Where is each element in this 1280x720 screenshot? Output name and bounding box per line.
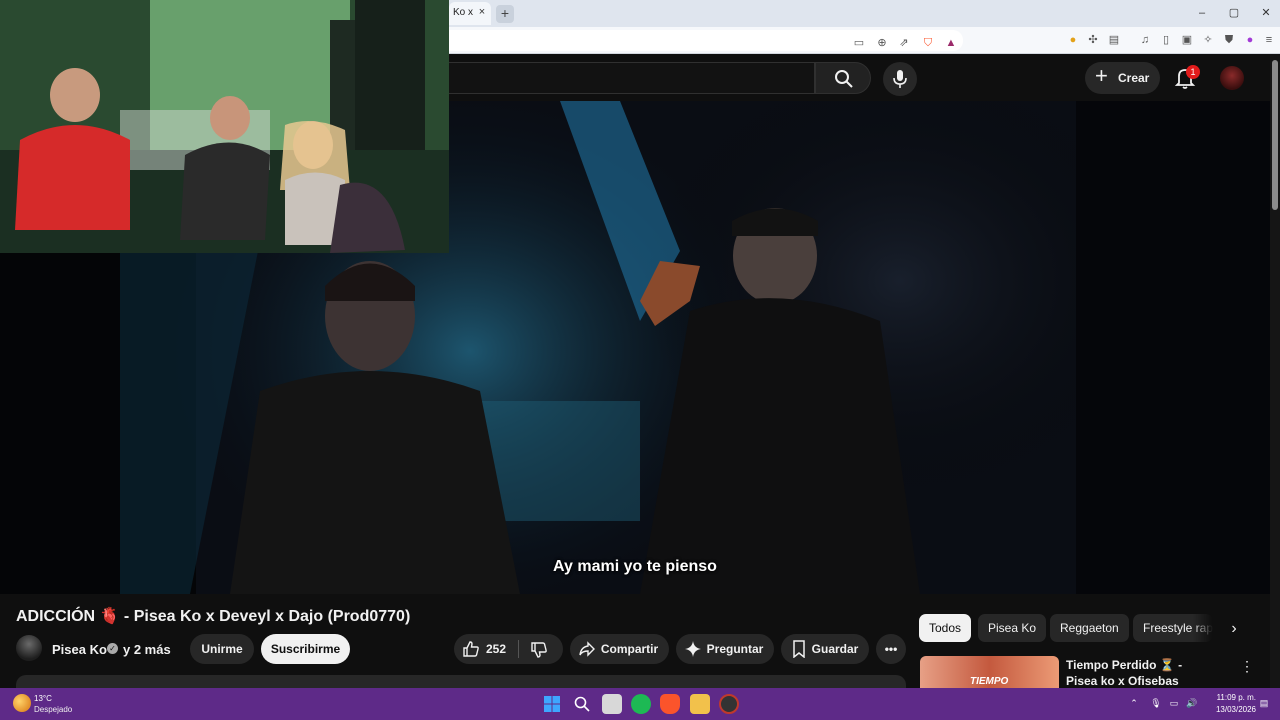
tab-title: Ko x	[453, 7, 474, 18]
webcam-overlay	[0, 0, 449, 253]
chevron-right-icon[interactable]: ›	[1222, 617, 1246, 641]
clock-time[interactable]: 11:09 p. m.	[1200, 693, 1256, 702]
zoom-icon[interactable]: ⊕	[874, 35, 890, 51]
network-icon[interactable]: ▭	[1168, 697, 1180, 709]
cast-icon[interactable]: ▭	[851, 35, 867, 51]
windows-start-icon[interactable]	[544, 696, 560, 712]
brave-browser-icon[interactable]	[660, 694, 680, 714]
thumbnail-text: TIEMPO	[970, 676, 1009, 687]
windows-taskbar: 13°C Despejado ⌃ 🎙 ▭ 🔊 11:09 p. m. 13/03…	[0, 688, 1280, 720]
search-icon	[835, 70, 853, 88]
microphone-icon	[893, 70, 907, 88]
video-title: ADICCIÓN 🫀 - Pisea Ko x Deveyl x Dajo (P…	[16, 608, 411, 625]
like-dislike-group: 252	[454, 634, 563, 664]
like-icon[interactable]	[462, 640, 480, 658]
minimize-button[interactable]: ‒	[1193, 5, 1211, 21]
extension-icon[interactable]: ●	[1065, 32, 1081, 48]
chip-pisea-ko[interactable]: Pisea Ko	[978, 614, 1047, 642]
chip-todos[interactable]: Todos	[919, 614, 972, 642]
browser-toolbar: ▭ ⊕ ⇗ ⛉ ▲ ● ✣ ▤ ♫ ▯ ▣ ✧ ⛊ ● ≡	[449, 27, 1280, 54]
brave-rewards-icon[interactable]: ▲	[943, 35, 959, 51]
share-page-icon[interactable]: ⇗	[896, 35, 912, 51]
notification-center-icon[interactable]: ▤	[1258, 697, 1270, 709]
tab-close-icon[interactable]: ×	[475, 5, 489, 19]
media-icon[interactable]: ♫	[1137, 32, 1153, 48]
search-button[interactable]	[815, 62, 871, 94]
weather-description: Despejado	[34, 705, 73, 714]
brave-shield-icon[interactable]: ⛉	[920, 35, 936, 51]
clock-date[interactable]: 13/03/2026	[1200, 705, 1256, 714]
address-bar[interactable]: ▭ ⊕ ⇗ ⛉ ▲	[449, 30, 963, 51]
video-caption: Ay mami yo te pienso	[553, 558, 717, 575]
menu-icon[interactable]: ≡	[1261, 32, 1277, 48]
channel-avatar[interactable]	[16, 635, 42, 661]
save-button[interactable]: Guardar	[781, 634, 869, 664]
verified-badge-icon: ✓	[107, 643, 118, 654]
notification-badge: 1	[1186, 65, 1200, 79]
microphone-tray-icon[interactable]: 🎙	[1150, 697, 1162, 709]
create-label: Crear	[1118, 71, 1150, 85]
weather-temperature: 13°C	[34, 694, 52, 703]
join-button[interactable]: Unirme	[190, 634, 254, 664]
more-actions-button[interactable]: •••	[876, 634, 906, 664]
user-avatar[interactable]	[1220, 66, 1244, 90]
extensions-puzzle-icon[interactable]: ✣	[1085, 32, 1101, 48]
plus-icon: +	[1095, 63, 1108, 88]
tab-search-icon[interactable]: ▤	[1106, 32, 1122, 48]
chip-freestyle-rap[interactable]: Freestyle rap	[1133, 614, 1213, 642]
description-box[interactable]	[16, 675, 906, 688]
channel-name[interactable]: Pisea Ko	[52, 642, 107, 657]
volume-icon[interactable]: 🔊	[1186, 697, 1198, 709]
kebab-menu-icon[interactable]: ⋮	[1240, 657, 1254, 675]
dislike-icon[interactable]	[530, 641, 548, 659]
browser-tabstrip: Ko x × + ‒ ▢ ✕	[449, 0, 1280, 27]
voice-search-button[interactable]	[883, 62, 917, 96]
taskbar-search-icon[interactable]	[574, 696, 590, 712]
scrollbar-thumb[interactable]	[1272, 60, 1278, 210]
sparkle-icon	[685, 641, 701, 657]
weather-moon-icon[interactable]	[13, 694, 31, 712]
profile-icon[interactable]: ●	[1242, 32, 1258, 48]
spotify-icon[interactable]	[631, 694, 651, 714]
channel-collaborators-link[interactable]: y 2 más	[123, 642, 171, 657]
chip-reggaeton[interactable]: Reggaeton	[1050, 614, 1129, 642]
share-button[interactable]: Compartir	[570, 634, 669, 664]
recommendation-title[interactable]: Tiempo Perdido ⏳ - Pisea ko x Ofisebas	[1066, 657, 1206, 689]
task-view-icon[interactable]	[602, 694, 622, 714]
file-explorer-icon[interactable]	[690, 694, 710, 714]
like-count: 252	[486, 642, 507, 656]
subscribe-button[interactable]: Suscribirme	[261, 634, 350, 664]
vpn-icon[interactable]: ⛊	[1221, 32, 1237, 48]
wallet-icon[interactable]: ▣	[1179, 32, 1195, 48]
tray-overflow-icon[interactable]: ⌃	[1128, 697, 1140, 709]
youtube-masthead: + Crear 1	[449, 54, 1280, 101]
new-tab-button[interactable]: +	[496, 5, 514, 23]
app-icon[interactable]	[719, 694, 739, 714]
ask-button[interactable]: Preguntar	[676, 634, 774, 664]
page-scrollbar[interactable]	[1270, 54, 1280, 688]
search-input[interactable]	[449, 62, 815, 94]
like-divider	[518, 640, 519, 658]
leo-ai-icon[interactable]: ✧	[1200, 32, 1216, 48]
close-window-button[interactable]: ✕	[1257, 5, 1275, 21]
recommendation-thumbnail[interactable]: TIEMPO	[920, 656, 1059, 688]
webcam-frame	[0, 0, 449, 253]
bookmark-icon	[793, 640, 805, 658]
sidebar-icon[interactable]: ▯	[1158, 32, 1174, 48]
share-icon	[579, 641, 595, 657]
create-button[interactable]: + Crear	[1085, 62, 1160, 94]
maximize-button[interactable]: ▢	[1225, 5, 1243, 21]
